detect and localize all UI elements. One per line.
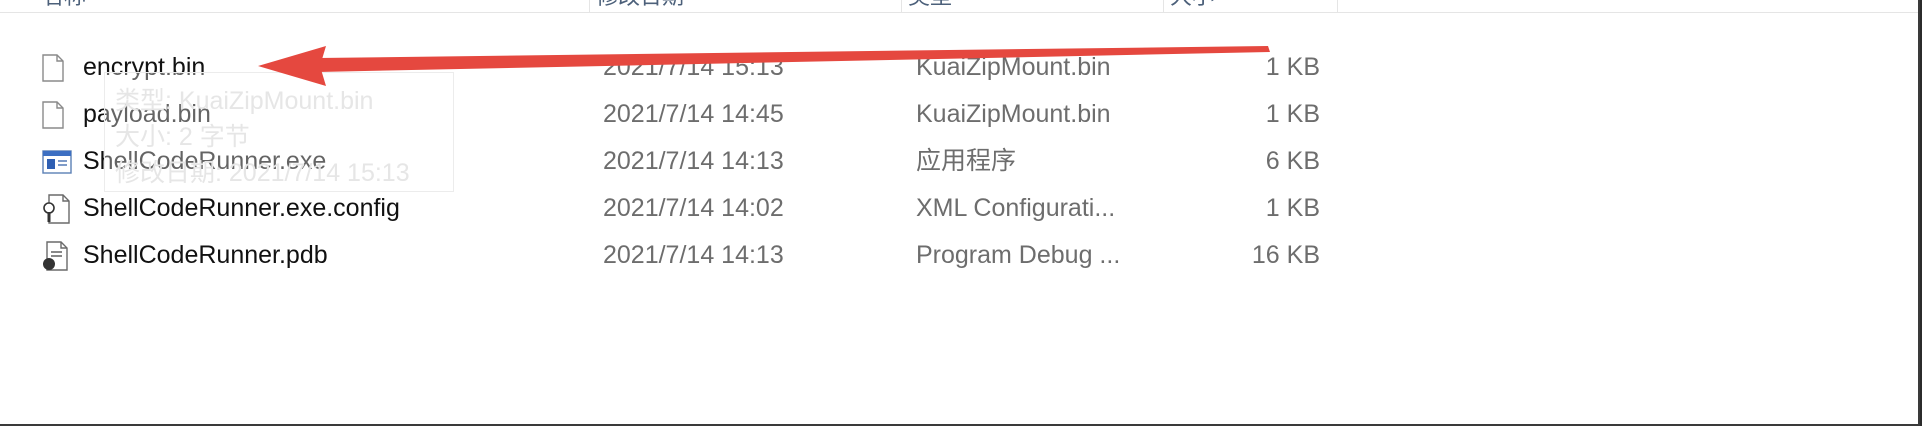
file-name: ShellCodeRunner.pdb [83,241,328,269]
file-row-payload-bin[interactable]: payload.bin 2021/7/14 14:45 KuaiZipMount… [0,91,1340,138]
column-name-label: 名称 [42,0,86,11]
file-type: KuaiZipMount.bin [916,53,1111,81]
file-type: KuaiZipMount.bin [916,100,1111,128]
file-name: encrypt.bin [83,53,206,81]
column-header-date[interactable]: 修改日期 [590,0,902,12]
file-row-shellcoderunner-exe-config[interactable]: ShellCodeRunner.exe.config 2021/7/14 14:… [0,185,1340,232]
file-size: 1 KB [1265,53,1320,81]
file-list: encrypt.bin 2021/7/14 15:13 KuaiZipMount… [0,44,1918,279]
column-header-type[interactable]: 类型 [902,0,1164,12]
file-name: ShellCodeRunner.exe.config [83,194,400,222]
file-size: 16 KB [1251,241,1320,269]
column-date-label: 修改日期 [596,0,684,11]
application-icon [42,138,72,185]
blank-file-icon [42,44,72,91]
column-size-label: 大小 [1170,0,1214,11]
file-type: XML Configurati... [916,194,1116,222]
file-date: 2021/7/14 15:13 [603,53,784,81]
file-row-encrypt-bin[interactable]: encrypt.bin 2021/7/14 15:13 KuaiZipMount… [0,44,1340,91]
file-date: 2021/7/14 14:13 [603,147,784,175]
file-date: 2021/7/14 14:45 [603,100,784,128]
column-type-label: 类型 [908,0,952,11]
file-explorer-window: 名称 修改日期 类型 大小 encrypt.bin 2021/7/14 15:1… [0,0,1920,426]
file-size: 1 KB [1265,100,1320,128]
file-name: payload.bin [83,100,211,128]
file-type: Program Debug ... [916,241,1121,269]
column-header-bar: 名称 修改日期 类型 大小 [0,0,1918,13]
file-name: ShellCodeRunner.exe [83,147,327,175]
file-date: 2021/7/14 14:02 [603,194,784,222]
file-row-shellcoderunner-pdb[interactable]: ShellCodeRunner.pdb 2021/7/14 14:13 Prog… [0,232,1340,279]
file-size: 1 KB [1265,194,1320,222]
file-size: 6 KB [1265,147,1320,175]
file-date: 2021/7/14 14:13 [603,241,784,269]
column-header-size[interactable]: 大小 [1164,0,1338,12]
file-type: 应用程序 [916,147,1017,175]
config-file-icon [42,185,72,232]
file-row-shellcoderunner-exe[interactable]: ShellCodeRunner.exe 2021/7/14 14:13 应用程序… [0,138,1340,185]
debug-file-icon [42,232,72,279]
column-header-name[interactable]: 名称 [36,0,590,12]
blank-file-icon [42,91,72,138]
